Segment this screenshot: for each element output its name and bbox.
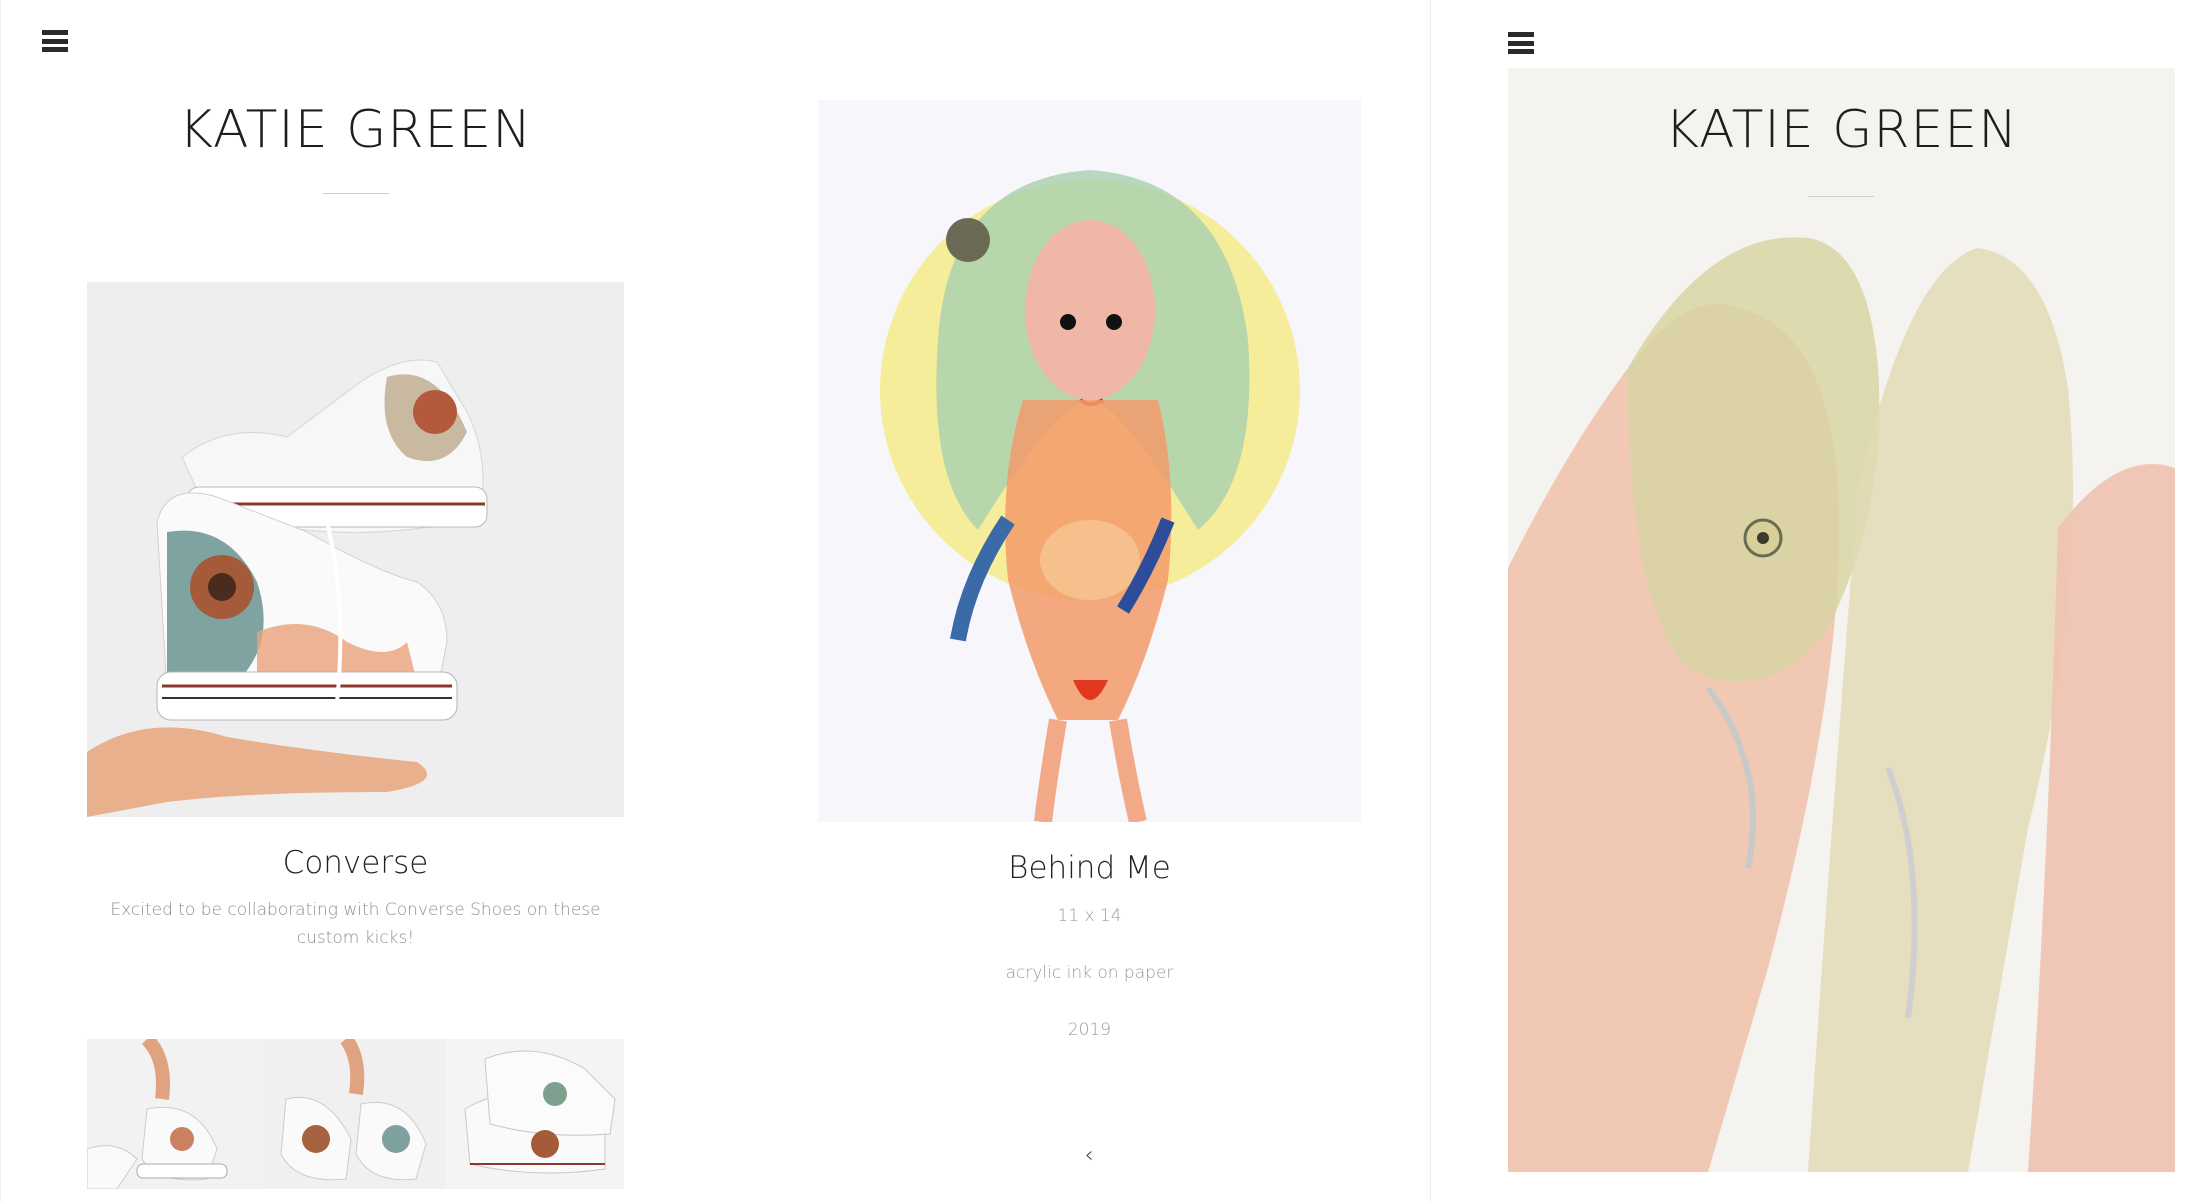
title-divider [323, 193, 389, 194]
hero-salmon-painting [1508, 68, 2175, 1172]
hamburger-menu-icon[interactable] [42, 30, 68, 52]
site-title[interactable]: KATIE GREEN [1508, 100, 2175, 160]
title-divider [1808, 196, 1874, 197]
site-title[interactable]: KATIE GREEN [87, 100, 624, 160]
converse-post-caption: Excited to be collaborating with Convers… [110, 900, 601, 948]
artwork-size: 11 x 14 [1057, 906, 1122, 926]
behind-me-post-image[interactable] [818, 100, 1361, 822]
converse-thumbnail-1[interactable] [87, 1039, 266, 1189]
artwork-medium: acrylic ink on paper [1005, 963, 1174, 983]
behind-me-post-title[interactable]: Behind Me [818, 850, 1361, 886]
artwork-year: 2019 [1067, 1020, 1112, 1040]
converse-post-title[interactable]: Converse [87, 845, 624, 881]
chevron-left-icon[interactable]: ‹ [1079, 1143, 1099, 1169]
converse-thumbnail-2[interactable] [266, 1039, 445, 1189]
left-panel: KATIE GREEN Converse Excited to be colla… [0, 0, 1430, 1202]
converse-thumbnail-3[interactable] [445, 1039, 624, 1189]
hamburger-menu-icon[interactable] [1508, 32, 1534, 54]
converse-post-image[interactable] [87, 282, 624, 817]
right-panel: KATIE GREEN [1430, 0, 2197, 1202]
